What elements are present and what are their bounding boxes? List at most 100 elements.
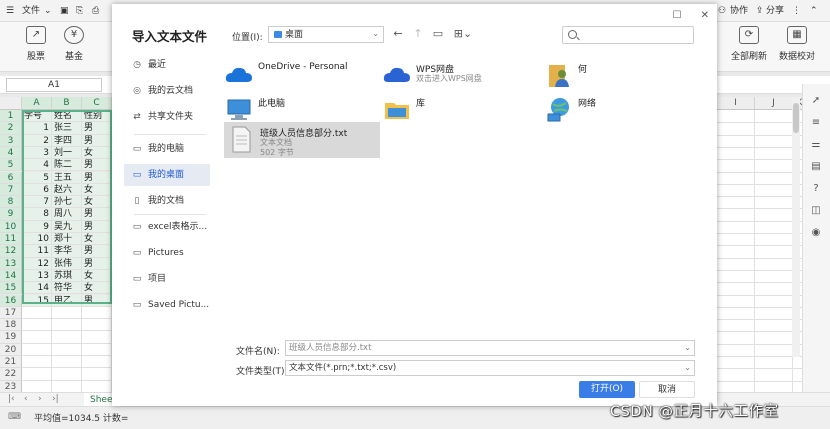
table-cell[interactable]: 女 <box>82 282 112 295</box>
row-header[interactable]: 15 <box>0 282 22 295</box>
select-all-corner[interactable] <box>0 97 22 110</box>
up-arrow-icon[interactable]: ↑ <box>410 26 426 42</box>
file-menu[interactable]: 文件 <box>22 3 40 19</box>
table-cell[interactable]: 12 <box>22 257 52 270</box>
maximize-icon[interactable]: ☐ <box>672 10 681 21</box>
location-icon[interactable]: ◉ <box>809 226 823 240</box>
stock-button[interactable]: ↗ 股票 <box>16 26 56 62</box>
row-header[interactable]: 14 <box>0 269 22 283</box>
table-cell[interactable] <box>22 343 52 356</box>
row-header[interactable]: 4 <box>0 146 22 160</box>
table-cell[interactable] <box>82 368 112 381</box>
table-cell[interactable]: 女 <box>82 183 112 197</box>
table-cell[interactable] <box>82 331 112 344</box>
table-cell[interactable]: 刘一 <box>52 146 82 160</box>
row-header[interactable]: 5 <box>0 159 22 172</box>
sidebar-item[interactable]: ▭ 我的电脑 <box>124 138 210 160</box>
table-cell[interactable] <box>82 319 112 332</box>
table-cell[interactable] <box>22 331 52 344</box>
collapse-icon[interactable]: ⌃ <box>810 3 818 19</box>
sidebar-item[interactable]: ◎ 我的云文档 <box>124 80 210 102</box>
prev-sheet-icon[interactable]: ‹ <box>24 394 28 404</box>
table-cell[interactable]: 10 <box>22 233 52 246</box>
name-box[interactable]: A1 <box>6 78 102 92</box>
file-item-text-document[interactable]: 班级人员信息部分.txt 文本文档 502 字节 <box>224 122 380 158</box>
cancel-button[interactable]: 取消 <box>639 381 695 398</box>
sidebar-item[interactable]: ⇄ 共享文件夹 <box>124 106 210 128</box>
column-header[interactable]: B <box>52 97 82 110</box>
table-cell[interactable]: 符华 <box>52 282 82 295</box>
sidebar-item[interactable]: ▯ 我的文档 <box>124 190 210 212</box>
refresh-all-button[interactable]: ⟳ 全部刷新 <box>726 26 772 62</box>
table-cell[interactable]: 11 <box>22 245 52 258</box>
table-cell[interactable] <box>82 306 112 320</box>
row-header[interactable]: 20 <box>0 343 22 356</box>
table-cell[interactable] <box>52 319 82 332</box>
filename-input[interactable]: 班级人员信息部分.txt ⌄ <box>285 340 695 356</box>
table-cell[interactable]: 男 <box>82 220 112 233</box>
table-cell[interactable]: 男 <box>82 208 112 221</box>
cooperate-button[interactable]: 协作 <box>730 3 748 19</box>
table-cell[interactable] <box>22 319 52 332</box>
table-cell[interactable]: 女 <box>82 146 112 160</box>
row-header[interactable]: 6 <box>0 171 22 184</box>
new-folder-icon[interactable]: ▭ <box>430 26 446 42</box>
table-cell[interactable]: 性别 <box>82 110 112 123</box>
table-cell[interactable]: 赵六 <box>52 183 82 197</box>
file-item-network[interactable]: 网络 <box>542 92 652 126</box>
table-cell[interactable]: 男 <box>82 159 112 172</box>
back-arrow-icon[interactable]: ← <box>390 26 406 42</box>
row-header[interactable]: 22 <box>0 368 22 381</box>
column-header[interactable]: C <box>82 97 112 110</box>
sidebar-item[interactable]: ▭ 我的桌面 <box>124 164 210 186</box>
table-cell[interactable]: 女 <box>82 196 112 209</box>
sidebar-item[interactable]: ◷ 最近 <box>124 54 210 76</box>
sidebar-item[interactable]: ▭ Saved Pictu... <box>124 294 210 316</box>
row-header[interactable]: 7 <box>0 183 22 197</box>
print-icon[interactable]: ⎙ <box>92 3 99 19</box>
table-cell[interactable] <box>52 306 82 320</box>
table-cell[interactable]: 孙七 <box>52 196 82 209</box>
format-icon[interactable]: ≡ <box>809 116 823 130</box>
next-sheet-icon[interactable]: › <box>38 394 42 404</box>
file-item-onedrive[interactable]: OneDrive - Personal <box>222 58 372 92</box>
table-cell[interactable]: 学号 <box>22 110 52 123</box>
row-header[interactable]: 3 <box>0 134 22 147</box>
table-cell[interactable]: 张三 <box>52 122 82 135</box>
table-cell[interactable]: 8 <box>22 208 52 221</box>
table-cell[interactable]: 4 <box>22 159 52 172</box>
file-item-library[interactable]: 库 <box>380 92 500 126</box>
location-select[interactable]: 桌面 ⌄ <box>268 26 384 43</box>
file-item-user-folder[interactable]: 何 <box>542 58 652 92</box>
view-mode-icon[interactable]: ⊞⌄ <box>452 26 474 42</box>
table-cell[interactable]: 1 <box>22 122 52 135</box>
sidebar-item[interactable]: ▭ Pictures <box>124 242 210 264</box>
row-header[interactable]: 16 <box>0 294 22 307</box>
hamburger-icon[interactable]: ☰ <box>6 3 14 19</box>
more-icon[interactable]: ⋮ <box>792 3 801 19</box>
scroll-thumb[interactable] <box>793 103 799 133</box>
row-header[interactable]: 9 <box>0 208 22 221</box>
export-icon[interactable]: ⎘ <box>76 3 83 19</box>
column-header[interactable]: A <box>22 97 52 110</box>
help-icon[interactable]: ? <box>809 182 823 196</box>
share-button[interactable]: 分享 <box>766 3 784 19</box>
last-sheet-icon[interactable]: ›| <box>52 394 59 404</box>
close-icon[interactable]: ✕ <box>701 10 709 21</box>
table-cell[interactable]: 苏琪 <box>52 269 82 283</box>
row-header[interactable]: 18 <box>0 319 22 332</box>
table-cell[interactable]: 9 <box>22 220 52 233</box>
row-header[interactable]: 21 <box>0 356 22 369</box>
chevron-down-icon[interactable]: ⌄ <box>44 3 52 19</box>
open-button[interactable]: 打开(O) <box>579 381 635 398</box>
table-cell[interactable]: 女 <box>82 233 112 246</box>
chevron-down-icon[interactable]: ⌄ <box>684 341 691 355</box>
table-cell[interactable] <box>22 356 52 369</box>
row-header[interactable]: 8 <box>0 196 22 209</box>
sidebar-item[interactable]: ▭ excel表格示... <box>124 216 210 238</box>
layers-icon[interactable]: ◫ <box>809 204 823 218</box>
column-header[interactable]: I <box>717 97 755 110</box>
row-header[interactable]: 11 <box>0 233 22 246</box>
table-cell[interactable]: 14 <box>22 282 52 295</box>
sidebar-item[interactable]: ▭ 项目 <box>124 268 210 290</box>
